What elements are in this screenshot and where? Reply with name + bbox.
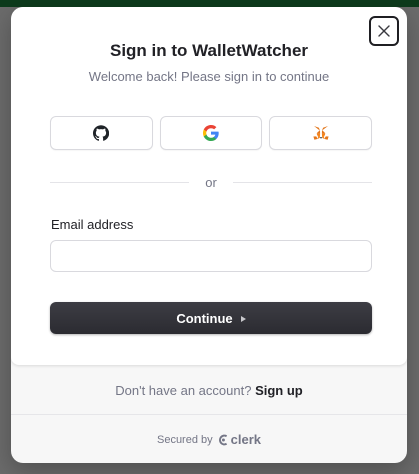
secured-by-text: Secured by (156, 433, 213, 446)
sign-up-link[interactable]: Sign up (255, 383, 303, 398)
page-subtitle: Welcome back! Please sign in to continue (88, 69, 330, 84)
page-title: Sign in to WalletWatcher (109, 41, 309, 60)
clerk-wordmark: clerk (230, 432, 262, 447)
divider-line-right (232, 182, 372, 183)
github-icon (93, 125, 110, 141)
google-icon (203, 125, 219, 141)
signup-prompt-text: Don't have an account? (115, 383, 252, 398)
clerk-logo[interactable]: clerk (218, 432, 261, 447)
secured-by-footer: Secured by clerk (11, 432, 407, 447)
continue-button-label: Continue (176, 310, 233, 326)
email-field[interactable] (50, 240, 372, 272)
or-divider: or (50, 175, 372, 190)
continue-button[interactable]: Continue (50, 302, 372, 334)
page: Sign in to WalletWatcher Welcome back! P… (0, 0, 419, 474)
google-button[interactable] (159, 116, 263, 150)
sign-in-card: Sign in to WalletWatcher Welcome back! P… (11, 7, 407, 365)
social-buttons-row (50, 116, 373, 150)
clerk-icon (218, 434, 227, 445)
metamask-icon (313, 126, 329, 140)
metamask-button[interactable] (269, 116, 373, 150)
caret-right-icon (240, 315, 246, 322)
signup-prompt: Don't have an account? Sign up (11, 383, 407, 398)
footer-divider (11, 414, 407, 415)
divider-line-left (50, 182, 190, 183)
divider-label: or (205, 175, 217, 190)
close-icon (378, 25, 390, 37)
email-label: Email address (51, 217, 134, 232)
sign-in-modal: Sign in to WalletWatcher Welcome back! P… (11, 7, 407, 463)
background-app-header (0, 0, 419, 7)
github-button[interactable] (50, 116, 153, 150)
